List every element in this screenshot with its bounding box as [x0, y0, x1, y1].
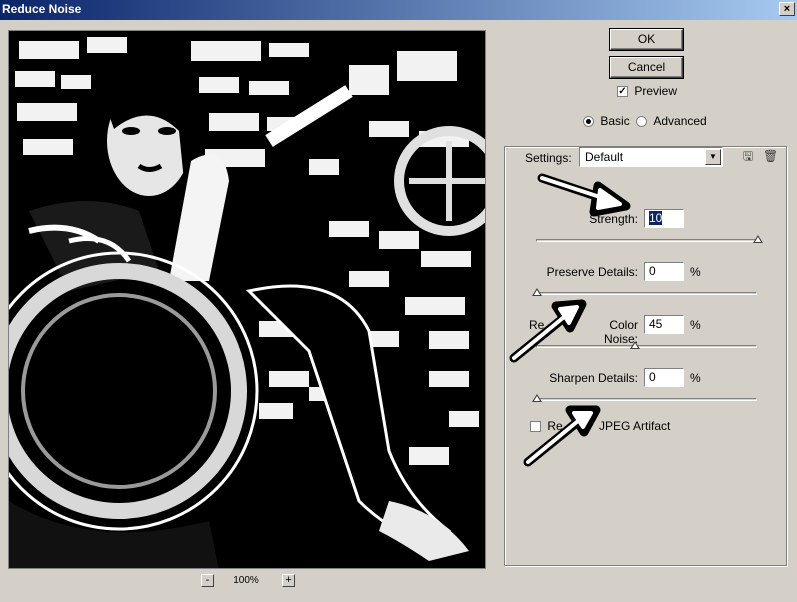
- strength-slider[interactable]: [536, 239, 761, 242]
- basic-radio[interactable]: [583, 116, 594, 128]
- preview-label: Preview: [634, 84, 678, 98]
- jpeg-artifact-checkbox[interactable]: [530, 421, 541, 433]
- advanced-radio[interactable]: [636, 116, 647, 128]
- mode-basic[interactable]: Basic: [583, 114, 630, 128]
- trash-icon[interactable]: 🗑: [763, 149, 778, 163]
- preserve-details-field[interactable]: 0: [644, 262, 684, 281]
- sharpen-details-slider[interactable]: [536, 398, 757, 401]
- title-bar: Reduce Noise ×: [0, 0, 797, 20]
- sharpen-details-slider-thumb[interactable]: [532, 394, 542, 402]
- color-noise-slider[interactable]: [536, 345, 757, 348]
- minus-icon: -: [205, 574, 210, 586]
- settings-value: Default: [585, 150, 624, 164]
- strength-label: Strength:: [589, 212, 638, 226]
- mode-advanced[interactable]: Advanced: [636, 114, 707, 128]
- strength-value: 10: [649, 211, 663, 225]
- settings-dropdown[interactable]: Default ▼: [579, 147, 723, 167]
- preserve-details-value: 0: [649, 264, 656, 278]
- color-noise-field[interactable]: 45: [644, 315, 684, 334]
- jpeg-artifact-label-start: Re: [547, 419, 563, 433]
- preserve-details-unit: %: [690, 265, 701, 279]
- cancel-button[interactable]: Cancel: [610, 57, 683, 78]
- window-title: Reduce Noise: [2, 2, 82, 16]
- zoom-out-button[interactable]: -: [201, 574, 214, 587]
- sharpen-details-label: Sharpen Details:: [549, 371, 638, 385]
- color-noise-value: 45: [649, 317, 663, 331]
- strength-slider-thumb[interactable]: [753, 235, 763, 243]
- ok-button[interactable]: OK: [610, 29, 683, 50]
- plus-icon: +: [285, 574, 292, 586]
- preview-artwork: [9, 31, 485, 568]
- color-noise-unit: %: [690, 318, 701, 332]
- preserve-details-label: Preserve Details:: [546, 265, 638, 279]
- zoom-in-button[interactable]: +: [282, 574, 295, 587]
- close-icon: ×: [783, 3, 791, 15]
- settings-label: Settings:: [523, 151, 574, 165]
- preserve-details-slider-thumb[interactable]: [532, 288, 542, 296]
- color-noise-label-start: Re: [529, 318, 545, 332]
- preserve-details-slider[interactable]: [536, 292, 757, 295]
- sharpen-details-value: 0: [649, 370, 656, 384]
- color-noise-slider-thumb[interactable]: [630, 341, 640, 349]
- zoom-level: 100%: [233, 575, 259, 586]
- jpeg-artifact-toggle[interactable]: Re: [530, 419, 563, 433]
- jpeg-artifact-label-end: JPEG Artifact: [599, 419, 671, 433]
- strength-field[interactable]: 10: [644, 209, 684, 228]
- chevron-down-icon[interactable]: ▼: [705, 149, 721, 165]
- advanced-label: Advanced: [653, 114, 707, 128]
- close-button[interactable]: ×: [779, 2, 795, 16]
- preview-checkbox[interactable]: ✓: [617, 86, 628, 98]
- sharpen-details-unit: %: [690, 371, 701, 385]
- save-disk-icon[interactable]: 🖫: [741, 149, 755, 163]
- basic-label: Basic: [600, 114, 630, 128]
- preview-toggle[interactable]: ✓ Preview: [617, 84, 677, 98]
- image-preview[interactable]: [8, 30, 486, 569]
- color-noise-label-end: Color Noise:: [603, 318, 638, 346]
- sharpen-details-field[interactable]: 0: [644, 368, 684, 387]
